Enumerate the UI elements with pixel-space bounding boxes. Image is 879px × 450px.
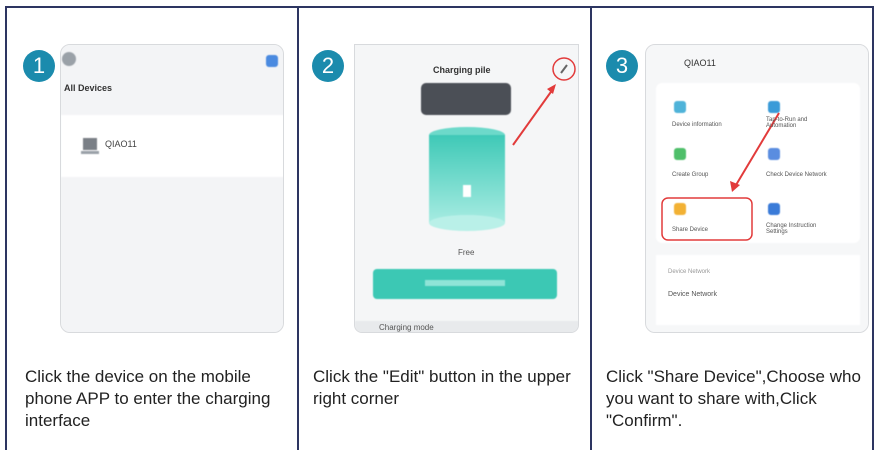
screen-title: Charging pile [433,65,491,75]
tile-create-group[interactable]: Create Group [672,172,708,178]
all-devices-heading: All Devices [64,83,113,93]
edit-button[interactable] [553,58,575,80]
step-1-panel: 1 All Devices QIAO11 Click the device on… [7,8,297,430]
step-caption: Click the "Edit" button in the upper rig… [313,367,571,408]
tile-check-network[interactable]: Check Device Network [766,172,827,178]
step-3-panel: 3 QIAO11 Device information Tap-to-Run a… [592,8,872,430]
step-2-panel: 2 Charging pile Free Charging mode Click… [299,8,590,408]
tile-share-device[interactable]: Share Device [672,227,708,233]
step-caption: Click "Share Device",Choose who you want… [606,367,861,430]
status-text: Free [458,248,475,257]
tile-tap-to-run[interactable]: Tap-to-Run and Automation [766,117,836,129]
screen-title: QIAO11 [684,58,716,68]
phone-screenshot: Charging pile Free Charging mode [354,44,579,333]
section-label: Device Network [668,269,711,275]
tile-device-information[interactable]: Device information [672,122,722,128]
phone-screen [355,45,578,332]
table-divider [872,6,874,450]
step-caption: Click the device on the mobile phone APP… [25,367,271,430]
phone-screenshot: All Devices QIAO11 [60,44,284,333]
charging-mode-label: Charging mode [379,323,434,332]
phone-screen [646,45,868,332]
device-network-item[interactable]: Device Network [668,291,717,298]
step-number-badge: 2 [312,50,344,82]
phone-screenshot: QIAO11 Device information Tap-to-Run and… [645,44,869,333]
tile-change-instruction[interactable]: Change Instruction Settings [766,223,836,235]
step-number-badge: 3 [606,50,638,82]
device-item[interactable]: QIAO11 [105,139,137,149]
step-number-badge: 1 [23,50,55,82]
